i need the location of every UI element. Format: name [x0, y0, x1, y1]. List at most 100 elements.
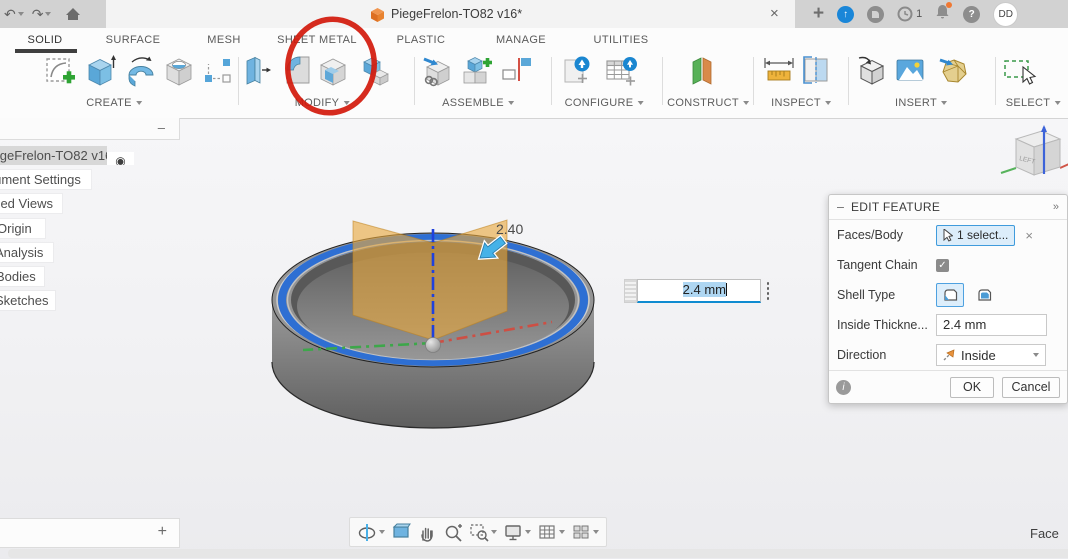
- tab-plastic[interactable]: PLASTIC: [397, 34, 446, 46]
- section-analysis-button[interactable]: [800, 54, 836, 92]
- notifications[interactable]: [935, 4, 950, 25]
- group-modify[interactable]: MODIFY: [295, 97, 350, 109]
- group-inspect[interactable]: INSPECT: [771, 97, 831, 109]
- press-pull-button[interactable]: [240, 54, 276, 92]
- avatar[interactable]: DD: [993, 2, 1018, 27]
- zoom-window-tool[interactable]: [469, 522, 497, 542]
- clear-selection-icon[interactable]: ×: [1025, 228, 1033, 243]
- new-tab-icon[interactable]: +: [813, 3, 824, 25]
- configuration-table-button[interactable]: [604, 54, 640, 92]
- group-configure[interactable]: CONFIGURE: [565, 97, 644, 109]
- tab-mesh[interactable]: MESH: [207, 34, 240, 46]
- hole-button[interactable]: [163, 54, 199, 92]
- grid-snap-tool[interactable]: [537, 522, 565, 542]
- inside-thickness-label: Inside Thickne...: [837, 318, 936, 332]
- group-separator: [662, 57, 663, 105]
- insert-mesh-button[interactable]: [938, 54, 974, 92]
- value-box-drag-handle[interactable]: [624, 279, 637, 303]
- revolve-button[interactable]: [124, 54, 160, 92]
- shell-type-label: Shell Type: [837, 288, 936, 302]
- zoom-window-icon: [469, 522, 489, 542]
- view-cube[interactable]: LEFT: [998, 124, 1068, 194]
- tangent-chain-checkbox[interactable]: ✓: [936, 259, 949, 272]
- notification-dot: [946, 2, 952, 8]
- group-construct[interactable]: CONSTRUCT: [667, 97, 749, 109]
- dropdown-caret-icon: [1033, 353, 1039, 357]
- inside-thickness-input[interactable]: 2.4 mm: [936, 314, 1047, 336]
- shell-button[interactable]: [317, 54, 353, 92]
- ok-button[interactable]: OK: [950, 377, 994, 398]
- browser-item-bodies[interactable]: Bodies: [0, 267, 44, 286]
- timeline-scrubber-track[interactable]: [8, 549, 1068, 558]
- joint-button[interactable]: [460, 54, 496, 92]
- navigation-bar: [349, 517, 607, 547]
- faces-body-label: Faces/Body: [837, 228, 936, 242]
- tab-surface[interactable]: SURFACE: [106, 34, 161, 46]
- browser-header: –: [0, 118, 180, 140]
- browser-item-analysis[interactable]: Analysis: [0, 243, 53, 262]
- orbit-tool[interactable]: [357, 522, 385, 542]
- value-box-menu-icon[interactable]: [761, 279, 775, 303]
- redo-caret-icon[interactable]: [45, 12, 51, 16]
- browser-item-sketches[interactable]: Sketches: [0, 291, 55, 310]
- help-icon[interactable]: ?: [963, 6, 980, 23]
- rectangular-pattern-button[interactable]: [201, 54, 237, 92]
- look-at-icon[interactable]: [391, 522, 411, 542]
- group-assemble[interactable]: ASSEMBLE: [442, 97, 514, 109]
- undo-caret-icon[interactable]: [18, 12, 24, 16]
- thickness-input[interactable]: 2.4 mm: [637, 279, 761, 303]
- collapse-browser-icon[interactable]: –: [158, 120, 165, 135]
- select-button[interactable]: [1003, 54, 1039, 92]
- component-activate-radio[interactable]: ◉: [107, 152, 134, 165]
- home-icon[interactable]: [65, 7, 81, 21]
- group-separator: [848, 57, 849, 105]
- dialog-info-icon[interactable]: i: [836, 380, 851, 395]
- insert-canvas-button[interactable]: [894, 54, 930, 92]
- cancel-button[interactable]: Cancel: [1002, 377, 1060, 398]
- direction-dropdown[interactable]: Inside: [936, 344, 1046, 366]
- dialog-expand-icon[interactable]: »: [1053, 201, 1059, 213]
- display-settings-tool[interactable]: [503, 522, 531, 542]
- construct-plane-button[interactable]: [685, 54, 721, 92]
- grid-icon: [537, 522, 557, 542]
- zoom-icon[interactable]: [443, 522, 463, 542]
- pan-icon[interactable]: [417, 522, 437, 542]
- timeline-panel: +: [0, 518, 180, 548]
- display-settings-icon: [503, 522, 523, 542]
- redo-icon[interactable]: ↷: [32, 0, 44, 28]
- tab-solid[interactable]: SOLID: [27, 34, 62, 46]
- shell-type-both-button[interactable]: [970, 283, 998, 307]
- combine-button[interactable]: [358, 54, 394, 92]
- configure-feature-button[interactable]: [559, 54, 595, 92]
- extensions-icon[interactable]: [867, 6, 884, 23]
- faces-selection-button[interactable]: 1 select...: [936, 225, 1015, 246]
- ribbon: SOLID SURFACE MESH SHEET METAL PLASTIC M…: [0, 28, 1068, 119]
- document-tab[interactable]: PiegeFrelon-TO82 v16* ×: [106, 0, 795, 28]
- browser-item-origin[interactable]: Origin: [0, 219, 45, 238]
- tab-manage[interactable]: MANAGE: [496, 34, 546, 46]
- timeline-add-icon[interactable]: +: [158, 523, 167, 541]
- group-insert[interactable]: INSERT: [895, 97, 947, 109]
- tab-utilities[interactable]: UTILITIES: [594, 34, 649, 46]
- create-sketch-button[interactable]: [44, 54, 80, 92]
- job-status-icon[interactable]: ↑: [837, 6, 854, 23]
- recent-activity[interactable]: 1: [897, 6, 922, 22]
- group-select[interactable]: SELECT: [1006, 97, 1061, 109]
- close-tab-icon[interactable]: ×: [770, 0, 779, 28]
- group-create[interactable]: CREATE: [86, 97, 142, 109]
- rigid-group-button[interactable]: [500, 54, 536, 92]
- new-component-button[interactable]: [421, 54, 457, 92]
- measure-button[interactable]: [763, 54, 799, 92]
- undo-icon[interactable]: ↶: [4, 0, 16, 28]
- shell-type-inside-button[interactable]: [936, 283, 964, 307]
- fillet-button[interactable]: [281, 54, 317, 92]
- browser-item-document-settings[interactable]: Document Settings: [0, 170, 91, 189]
- browser-root-item[interactable]: PiegeFrelon-TO82 v16◉: [0, 146, 134, 165]
- tab-sheet-metal[interactable]: SHEET METAL: [277, 34, 357, 46]
- viewports-tool[interactable]: [571, 522, 599, 542]
- dialog-collapse-icon[interactable]: –: [837, 200, 844, 214]
- extrude-button[interactable]: [84, 54, 120, 92]
- insert-derive-button[interactable]: [855, 54, 891, 92]
- browser-item-named-views[interactable]: Named Views: [0, 194, 62, 213]
- edit-feature-dialog: – EDIT FEATURE » Faces/Body 1 select... …: [828, 194, 1068, 404]
